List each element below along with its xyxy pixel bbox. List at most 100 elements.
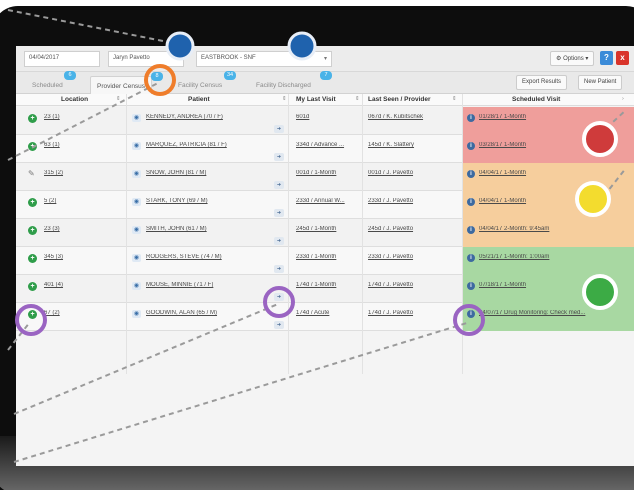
tab-facility-census[interactable]: Facility Census 34 — [172, 71, 237, 94]
info-icon[interactable]: i — [467, 170, 475, 178]
eye-icon[interactable]: ◉ — [132, 142, 141, 150]
table-row[interactable]: +63 (1) ◉ MARQUEZ, PATRICIA (81 / F) ➜ 334d … — [16, 135, 634, 163]
patient-link[interactable]: MARQUEZ, PATRICIA (81 / F) — [146, 142, 276, 148]
patient-link[interactable]: SNOW, JOHN (81 / M) — [146, 170, 276, 176]
table-row[interactable]: +23 (1) ◉ KENNEDY, ANDREA (70 / F) ➜ 601d 067… — [16, 107, 634, 135]
info-icon[interactable]: i — [467, 198, 475, 206]
arrow-right-icon[interactable]: ➜ — [274, 237, 284, 245]
sort-icon[interactable]: ⇕ — [452, 96, 457, 102]
arrow-right-icon[interactable]: ➜ — [274, 181, 284, 189]
patient-link[interactable]: RODGERS, STEVE (74 / M) — [146, 254, 276, 260]
arrow-right-icon[interactable]: ➜ — [274, 265, 284, 273]
add-visit-icon[interactable]: + — [28, 310, 37, 319]
arrow-right-icon[interactable]: ➜ — [274, 293, 284, 301]
arrow-right-icon[interactable]: ➜ — [274, 209, 284, 217]
table-row[interactable]: +5 (2) ◉ STARK, TONY (69 / M) ➜ 233d / Annua… — [16, 191, 634, 219]
last-seen-link[interactable]: 001d / J. Pavetto — [368, 170, 460, 176]
eye-icon[interactable]: ◉ — [132, 282, 141, 290]
last-seen-link[interactable]: 245d / J. Pavetto — [368, 226, 460, 232]
tab-provider-census[interactable]: Provider Census 8 — [90, 72, 163, 94]
sort-icon[interactable]: ⇕ — [282, 96, 287, 102]
scheduled-visit-link[interactable]: 05/21/17 1-Month: 1:00am — [479, 254, 629, 260]
my-last-visit-link[interactable]: 174d / 1-Month — [296, 282, 360, 288]
sort-icon[interactable]: ⇕ — [355, 96, 360, 102]
patient-link[interactable]: KENNEDY, ANDREA (70 / F) — [146, 114, 276, 120]
arrow-right-icon[interactable]: ➜ — [274, 153, 284, 161]
edit-icon[interactable]: ✎ — [28, 169, 35, 178]
table-row[interactable]: +67 (2) ◉ GOODWIN, ALAN (65 / M) ➜ 174d / Ac… — [16, 303, 634, 331]
my-last-visit-link[interactable]: 001d / 1-Month — [296, 170, 360, 176]
location-link[interactable]: 5 (2) — [44, 198, 124, 204]
scheduled-visit-link[interactable]: 03/28/17 1-Month — [479, 142, 629, 148]
add-visit-icon[interactable]: + — [28, 254, 37, 263]
table-row[interactable]: +23 (3) ◉ SMITH, JOHN (61 / M) ➜ 245d / 1-Mo… — [16, 219, 634, 247]
facility-select[interactable]: EASTBROOK - SNF ▾ — [196, 51, 332, 67]
last-seen-link[interactable]: 233d / J. Pavetto — [368, 254, 460, 260]
patient-link[interactable]: STARK, TONY (69 / M) — [146, 198, 276, 204]
scheduled-visit-link[interactable]: 01/28/17 1-Month — [479, 114, 629, 120]
patient-link[interactable]: MOUSE, MINNIE (71 / F) — [146, 282, 276, 288]
my-last-visit-link[interactable]: 334d / Advance ... — [296, 142, 360, 148]
eye-icon[interactable]: ◉ — [132, 114, 141, 122]
info-icon[interactable]: i — [467, 226, 475, 234]
scheduled-visit-link[interactable]: 07/18/17 1-Month — [479, 282, 629, 288]
scheduled-visit-link[interactable]: 04/04/17 1-Month — [479, 198, 629, 204]
arrow-right-icon[interactable]: ➜ — [274, 321, 284, 329]
column-header-scheduled-visit[interactable]: Scheduled Visit — [512, 96, 560, 103]
options-button[interactable]: ⚙ Options ▾ — [550, 51, 595, 66]
location-link[interactable]: 67 (2) — [44, 310, 124, 316]
info-icon[interactable]: i — [467, 142, 475, 150]
date-field[interactable]: 04/04/2017 — [24, 51, 100, 67]
last-seen-link[interactable]: 067d / K. Kubitschek — [368, 114, 460, 120]
location-link[interactable]: 401 (4) — [44, 282, 124, 288]
scheduled-visit-link[interactable]: 04/04/17 1-Month — [479, 170, 629, 176]
table-row[interactable]: +345 (3) ◉ RODGERS, STEVE (74 / M) ➜ 233d / … — [16, 247, 634, 275]
table-row[interactable]: +401 (4) ◉ MOUSE, MINNIE (71 / F) ➜ 174d / 1… — [16, 275, 634, 303]
provider-select[interactable]: Jaryn Pavetto ▾ — [108, 51, 184, 67]
eye-icon[interactable]: ◉ — [132, 310, 141, 318]
column-header-last-seen[interactable]: Last Seen / Provider — [368, 96, 431, 103]
my-last-visit-link[interactable]: 245d / 1-Month — [296, 226, 360, 232]
location-link[interactable]: 63 (1) — [44, 142, 124, 148]
last-seen-link[interactable]: 233d / J. Pavetto — [368, 198, 460, 204]
help-button[interactable]: ? — [600, 51, 613, 65]
eye-icon[interactable]: ◉ — [132, 198, 141, 206]
info-icon[interactable]: i — [467, 254, 475, 262]
column-header-patient[interactable]: Patient — [188, 96, 210, 103]
add-visit-icon[interactable]: + — [28, 114, 37, 123]
add-visit-icon[interactable]: + — [28, 142, 37, 151]
tab-facility-discharged[interactable]: Facility Discharged 7 — [250, 71, 332, 94]
arrow-right-icon[interactable]: ➜ — [274, 125, 284, 133]
eye-icon[interactable]: ◉ — [132, 226, 141, 234]
location-link[interactable]: 23 (3) — [44, 226, 124, 232]
my-last-visit-link[interactable]: 601d — [296, 114, 360, 120]
patient-link[interactable]: GOODWIN, ALAN (65 / M) — [146, 310, 276, 316]
add-visit-icon[interactable]: + — [28, 282, 37, 291]
export-results-button[interactable]: Export Results — [516, 75, 568, 90]
my-last-visit-link[interactable]: 233d / 1-Month — [296, 254, 360, 260]
info-icon[interactable]: i — [467, 114, 475, 122]
tab-scheduled[interactable]: Scheduled 6 — [26, 71, 76, 94]
last-seen-link[interactable]: 145d / K. Slattery — [368, 142, 460, 148]
chevron-right-icon[interactable]: › — [622, 96, 624, 102]
last-seen-link[interactable]: 174d / J. Pavetto — [368, 282, 460, 288]
close-button[interactable]: x — [616, 51, 629, 65]
info-icon[interactable]: i — [467, 310, 475, 318]
info-icon[interactable]: i — [467, 282, 475, 290]
scheduled-visit-link[interactable]: 04/07/17 Drug Monitoring: Check med... — [479, 310, 629, 316]
patient-link[interactable]: SMITH, JOHN (61 / M) — [146, 226, 276, 232]
add-visit-icon[interactable]: + — [28, 226, 37, 235]
scheduled-visit-link[interactable]: 04/04/17 2-Month: 9:45am — [479, 226, 629, 232]
location-link[interactable]: 23 (1) — [44, 114, 124, 120]
last-seen-link[interactable]: 174d / J. Pavetto — [368, 310, 460, 316]
location-link[interactable]: 315 (2) — [44, 170, 124, 176]
new-patient-button[interactable]: New Patient — [578, 75, 623, 90]
my-last-visit-link[interactable]: 233d / Annual W... — [296, 198, 360, 204]
my-last-visit-link[interactable]: 174d / Acute — [296, 310, 360, 316]
eye-icon[interactable]: ◉ — [132, 254, 141, 262]
eye-icon[interactable]: ◉ — [132, 170, 141, 178]
sort-icon[interactable]: ⇕ — [116, 96, 121, 102]
column-header-location[interactable]: Location — [61, 96, 88, 103]
table-row[interactable]: ✎ 315 (2) ◉ SNOW, JOHN (81 / M) ➜ 001d / 1-Mo… — [16, 163, 634, 191]
add-visit-icon[interactable]: + — [28, 198, 37, 207]
